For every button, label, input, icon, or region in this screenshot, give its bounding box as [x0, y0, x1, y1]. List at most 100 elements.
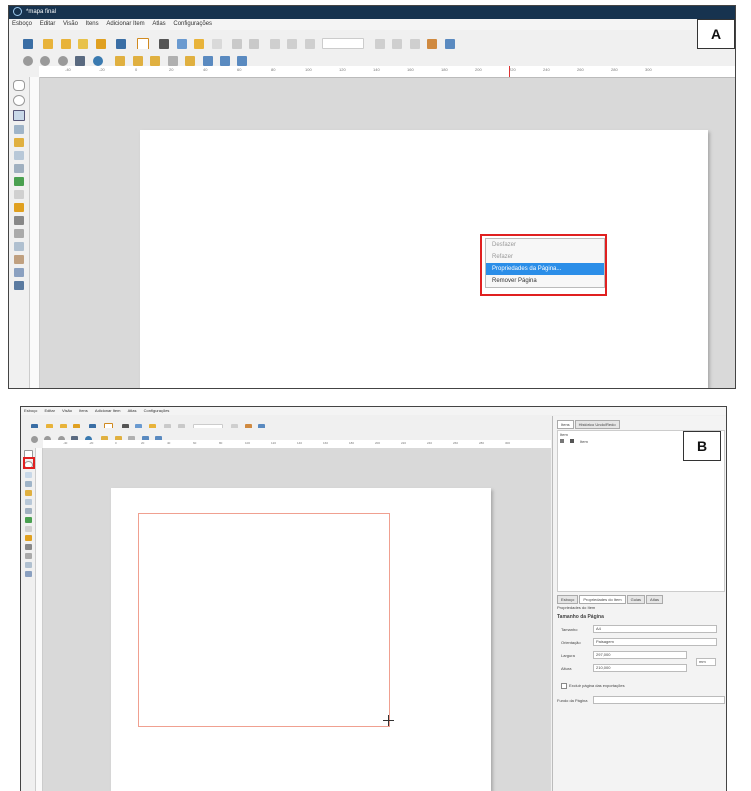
- panel-label: B: [683, 431, 721, 461]
- atlas-feature-select[interactable]: [322, 38, 365, 50]
- highlight-box: [480, 234, 607, 296]
- add-scalebar-icon[interactable]: [14, 216, 24, 225]
- refresh-icon[interactable]: [92, 55, 103, 66]
- add-legend-icon[interactable]: [14, 203, 24, 212]
- select-move-icon[interactable]: [24, 472, 32, 478]
- add-3d-map-icon[interactable]: [24, 508, 32, 514]
- unit-select[interactable]: mm: [696, 658, 716, 666]
- group-items-icon[interactable]: [150, 55, 161, 66]
- select-move-icon[interactable]: [13, 110, 25, 121]
- add-map-icon[interactable]: [14, 151, 24, 160]
- map-frame-outline[interactable]: [138, 513, 390, 727]
- add-shape-icon[interactable]: [24, 562, 32, 568]
- menu-atlas[interactable]: Atlas: [152, 21, 165, 27]
- add-label-icon[interactable]: [14, 190, 24, 199]
- open-folder-icon[interactable]: [95, 38, 106, 49]
- menu-editar[interactable]: Editar: [44, 408, 54, 413]
- add-shape-icon[interactable]: [14, 242, 24, 251]
- export-svg-icon[interactable]: [194, 38, 205, 49]
- add-map-icon[interactable]: [24, 499, 32, 505]
- atlas-settings-icon[interactable]: [444, 38, 455, 49]
- add-scalebar-icon[interactable]: [24, 544, 32, 550]
- zoom-full-icon[interactable]: [75, 55, 86, 66]
- duplicate-layout-icon[interactable]: [60, 38, 71, 49]
- menu-configuracoes[interactable]: Configurações: [144, 408, 170, 413]
- menu-itens[interactable]: Itens: [79, 408, 88, 413]
- save-template-icon[interactable]: [116, 38, 127, 49]
- zoom-in-icon[interactable]: [23, 55, 33, 66]
- layout-page[interactable]: [140, 130, 708, 388]
- height-input[interactable]: 210,000: [593, 664, 687, 672]
- add-north-arrow-icon[interactable]: [14, 229, 24, 238]
- size-select[interactable]: A4: [593, 625, 717, 633]
- add-label-icon[interactable]: [24, 526, 32, 532]
- pan-icon[interactable]: [13, 80, 25, 91]
- menu-esboco[interactable]: Esboço: [24, 408, 37, 413]
- move-content-icon[interactable]: [24, 481, 32, 487]
- unlock-items-icon[interactable]: [132, 55, 143, 66]
- redo-icon[interactable]: [249, 38, 260, 49]
- export-image-icon[interactable]: [176, 38, 187, 49]
- ungroup-items-icon[interactable]: [167, 55, 178, 66]
- menu-adicionar-item[interactable]: Adicionar Item: [95, 408, 121, 413]
- add-picture-icon[interactable]: [14, 177, 24, 186]
- layout-page[interactable]: [111, 488, 491, 791]
- atlas-next-icon[interactable]: [374, 38, 385, 49]
- zoom-100-icon[interactable]: [57, 55, 68, 66]
- tab-guias[interactable]: Guias: [626, 595, 646, 604]
- add-picture-icon[interactable]: [24, 517, 32, 523]
- atlas-first-icon[interactable]: [287, 38, 298, 49]
- menu-configuracoes[interactable]: Configurações: [173, 21, 212, 27]
- zoom-out-icon[interactable]: [40, 55, 51, 66]
- add-node-item-icon[interactable]: [14, 255, 24, 264]
- menu-editar[interactable]: Editar: [40, 21, 56, 27]
- background-symbol-button[interactable]: [593, 696, 725, 704]
- align-left-icon[interactable]: [219, 55, 230, 66]
- menu-visao[interactable]: Visão: [62, 408, 72, 413]
- atlas-preview-icon[interactable]: [269, 38, 280, 49]
- layout-manager-icon[interactable]: [78, 38, 89, 49]
- menu-adicionar-item[interactable]: Adicionar Item: [106, 21, 144, 27]
- width-input[interactable]: 297,000: [593, 651, 687, 659]
- atlas-prev-icon[interactable]: [304, 38, 315, 49]
- add-table-icon[interactable]: [24, 571, 32, 577]
- tab-esboco[interactable]: Esboço: [557, 595, 579, 604]
- add-html-icon[interactable]: [14, 281, 24, 290]
- save-icon[interactable]: [23, 38, 33, 49]
- atlas-last-icon[interactable]: [392, 38, 403, 49]
- add-north-arrow-icon[interactable]: [24, 553, 32, 559]
- new-layout-icon[interactable]: [43, 38, 54, 49]
- raise-items-icon[interactable]: [185, 55, 196, 66]
- edit-nodes-icon[interactable]: [14, 138, 24, 147]
- menu-atlas[interactable]: Atlas: [128, 408, 137, 413]
- menu-visao[interactable]: Visão: [63, 21, 78, 27]
- orientation-select[interactable]: Paisagem: [593, 638, 717, 646]
- tab-propriedades-item[interactable]: Propriedades do Item: [579, 595, 626, 604]
- add-3d-map-icon[interactable]: [14, 164, 24, 173]
- print-icon[interactable]: [159, 38, 170, 49]
- lock-items-icon[interactable]: [115, 55, 126, 66]
- edit-nodes-icon[interactable]: [24, 490, 32, 496]
- tab-atlas[interactable]: Atlas: [646, 595, 663, 604]
- move-content-icon[interactable]: [14, 125, 24, 134]
- undo-icon[interactable]: [231, 38, 242, 49]
- export-pdf-icon[interactable]: [211, 38, 222, 49]
- zoom-in-icon[interactable]: [31, 436, 38, 444]
- tab-historico[interactable]: Histórico Undo/Redo: [574, 420, 620, 429]
- new-page-icon[interactable]: [136, 37, 149, 50]
- layout-canvas[interactable]: Desfazer Refazer Propriedades da Página.…: [40, 78, 735, 388]
- align-center-icon[interactable]: [237, 55, 248, 66]
- add-table-icon[interactable]: [14, 268, 24, 277]
- tab-itens[interactable]: Itens: [557, 420, 574, 429]
- zoom-tool-icon[interactable]: [13, 95, 25, 106]
- lower-items-icon[interactable]: [202, 55, 213, 66]
- lock-icon[interactable]: [570, 439, 574, 443]
- exclude-checkbox[interactable]: [561, 683, 567, 689]
- visibility-icon[interactable]: [560, 439, 564, 443]
- atlas-print-icon[interactable]: [409, 38, 420, 49]
- add-legend-icon[interactable]: [24, 535, 32, 541]
- layout-canvas[interactable]: [43, 448, 551, 791]
- menu-itens[interactable]: Itens: [86, 21, 99, 27]
- menu-esboco[interactable]: Esboço: [12, 21, 32, 27]
- atlas-export-icon[interactable]: [427, 38, 438, 49]
